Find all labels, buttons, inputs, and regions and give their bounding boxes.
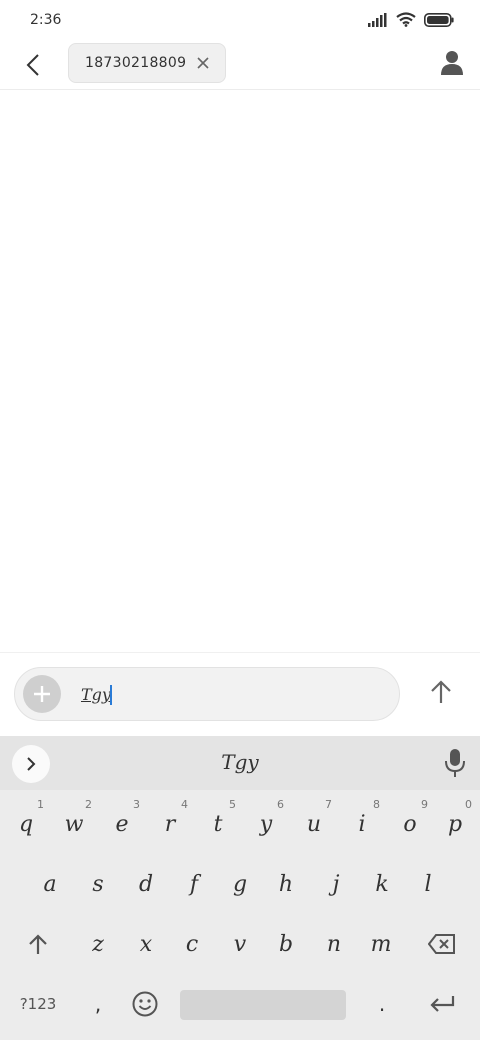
shift-arrow-icon bbox=[29, 934, 47, 954]
key-m[interactable]: m bbox=[356, 914, 406, 974]
attach-button[interactable] bbox=[23, 675, 61, 713]
key-w[interactable]: w2 bbox=[50, 794, 98, 854]
status-bar: 2:36 bbox=[0, 0, 480, 42]
signal-icon bbox=[368, 12, 387, 27]
key-row-3: z x c v b n m bbox=[0, 914, 480, 974]
key-p[interactable]: p0 bbox=[432, 794, 478, 854]
key-g[interactable]: g bbox=[216, 854, 264, 914]
messaging-screen: 2:36 18730218809 Tgy Tgy q 1 w 2 e 3 r 4… bbox=[0, 0, 480, 1040]
backspace-key[interactable] bbox=[416, 914, 468, 974]
key-c[interactable]: c bbox=[168, 914, 216, 974]
send-arrow-icon[interactable] bbox=[428, 679, 454, 705]
wifi-icon bbox=[396, 12, 416, 27]
conversation-header: 18730218809 bbox=[0, 42, 480, 90]
backspace-icon bbox=[428, 934, 455, 954]
suggestion-word[interactable]: Tgy bbox=[0, 750, 480, 774]
shift-key[interactable] bbox=[12, 914, 64, 974]
key-row-1: q1 w2 e3 r4 t5 y6 u7 i8 o9 p0 bbox=[0, 794, 480, 854]
key-i[interactable]: i8 bbox=[338, 794, 386, 854]
key-k[interactable]: k bbox=[358, 854, 406, 914]
recipient-number: 18730218809 bbox=[85, 55, 187, 71]
smiley-icon bbox=[132, 991, 158, 1017]
plus-icon bbox=[34, 686, 50, 702]
battery-icon bbox=[424, 12, 454, 27]
key-f[interactable]: f bbox=[170, 854, 218, 914]
key-h[interactable]: h bbox=[262, 854, 310, 914]
key-y[interactable]: y6 bbox=[242, 794, 290, 854]
symbols-key[interactable]: ?123 bbox=[10, 974, 66, 1034]
key-t[interactable]: t5 bbox=[194, 794, 242, 854]
emoji-key[interactable] bbox=[122, 974, 168, 1034]
chevron-left-icon bbox=[26, 54, 39, 76]
key-s[interactable]: s bbox=[74, 854, 122, 914]
status-icons bbox=[368, 12, 454, 27]
key-o[interactable]: o9 bbox=[386, 794, 434, 854]
key-q[interactable]: q1 bbox=[2, 794, 50, 854]
key-j[interactable]: j bbox=[312, 854, 360, 914]
contact-icon[interactable] bbox=[440, 50, 464, 76]
key-l[interactable]: l bbox=[404, 854, 452, 914]
key-v[interactable]: v bbox=[216, 914, 264, 974]
space-key[interactable] bbox=[180, 990, 346, 1020]
key-u[interactable]: u7 bbox=[290, 794, 338, 854]
close-icon[interactable] bbox=[195, 55, 211, 71]
key-x[interactable]: x bbox=[122, 914, 170, 974]
key-d[interactable]: d bbox=[122, 854, 170, 914]
text-cursor bbox=[110, 685, 112, 705]
recipient-chip[interactable]: 18730218809 bbox=[68, 43, 226, 83]
suggestion-strip: Tgy bbox=[0, 736, 480, 790]
key-a[interactable]: a bbox=[26, 854, 74, 914]
status-time: 2:36 bbox=[30, 12, 62, 28]
compose-bar: Tgy bbox=[0, 652, 480, 734]
key-row-2: a s d f g h j k l bbox=[0, 854, 480, 914]
key-e[interactable]: e3 bbox=[98, 794, 146, 854]
back-button[interactable] bbox=[18, 50, 48, 80]
key-n[interactable]: n bbox=[310, 914, 358, 974]
key-r[interactable]: r4 bbox=[146, 794, 194, 854]
enter-key[interactable] bbox=[416, 974, 468, 1034]
key-b[interactable]: b bbox=[262, 914, 310, 974]
keyboard: Tgy q1 w2 e3 r4 t5 y6 u7 i8 o9 p0 a s d … bbox=[0, 736, 480, 1040]
message-text: Tgy bbox=[81, 685, 111, 704]
return-arrow-icon bbox=[430, 996, 455, 1012]
key-z[interactable]: z bbox=[74, 914, 122, 974]
period-key[interactable]: . bbox=[358, 974, 406, 1034]
microphone-icon[interactable] bbox=[444, 748, 466, 778]
comma-key[interactable]: , bbox=[74, 974, 122, 1034]
message-input[interactable]: Tgy bbox=[14, 667, 400, 721]
